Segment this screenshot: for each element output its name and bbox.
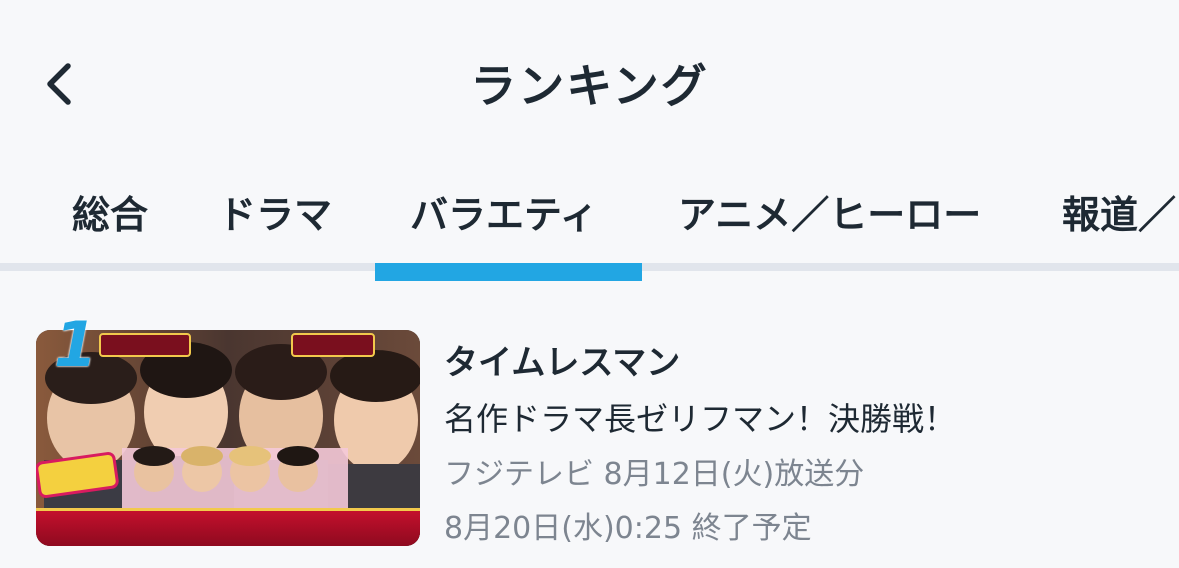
category-tabs: 総合 ドラマ バラエティ アニメ／ヒーロー 報道／	[0, 176, 1179, 282]
ranking-item[interactable]: 1 タイムレスマン 名作ドラマ長ゼリフマン！決勝戦！ フジテレビ 8月12日(火…	[0, 308, 1179, 556]
rank-number: 1	[54, 308, 98, 381]
tab-variety[interactable]: バラエティ	[410, 184, 598, 239]
episode-title: 名作ドラマ長ゼリフマン！決勝戦！	[444, 400, 957, 438]
header-bar: ランキング	[0, 0, 1179, 160]
tab-drama[interactable]: ドラマ	[218, 184, 332, 239]
page-title: ランキング	[470, 59, 709, 113]
tab-selected-indicator	[375, 263, 642, 281]
broadcast-info: フジテレビ 8月12日(火)放送分	[444, 457, 865, 492]
expiry-info: 8月20日(水)0:25 終了予定	[444, 511, 812, 546]
tab-anime-hero[interactable]: アニメ／ヒーロー	[678, 184, 981, 239]
program-title[interactable]: タイムレスマン	[444, 336, 956, 390]
program-info: タイムレスマン 名作ドラマ長ゼリフマン！決勝戦！ フジテレビ 8月12日(火)放…	[444, 336, 956, 556]
tab-news[interactable]: 報道／	[1062, 184, 1176, 239]
tab-overall[interactable]: 総合	[72, 184, 148, 239]
